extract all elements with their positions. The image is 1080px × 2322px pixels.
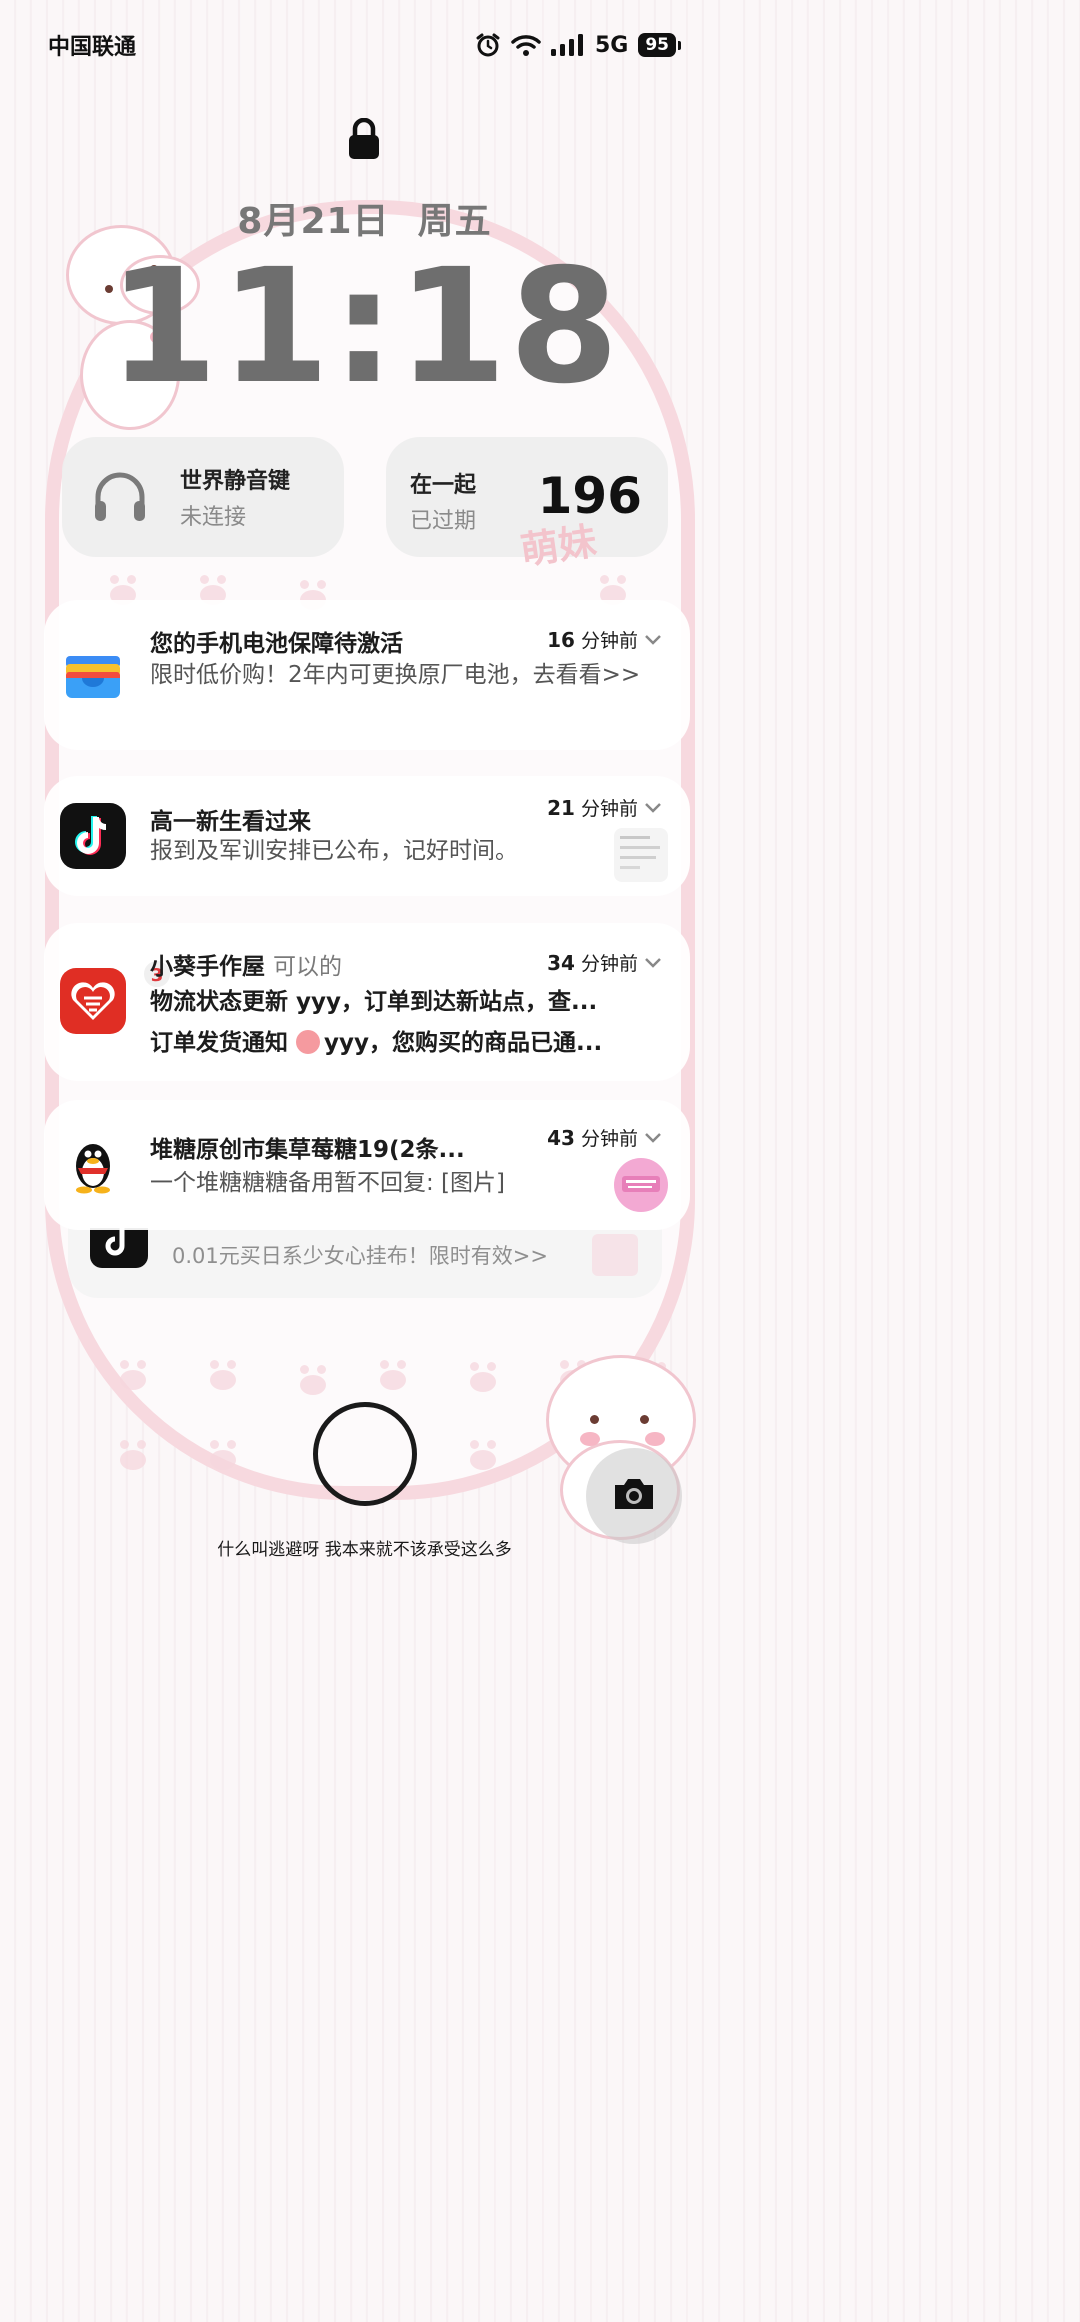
notification-thumbnail: [614, 828, 668, 882]
tiktok-app-icon: [60, 803, 126, 869]
notification-time-unit: 分钟前: [580, 630, 638, 652]
tiktok-app-icon: [90, 1228, 148, 1268]
paw-decoration: [120, 1360, 146, 1390]
notification-line-1: 物流状态更新 yyy，订单到达新站点，查...: [150, 989, 598, 1015]
notification-time-number: 16: [547, 627, 575, 652]
notification-battery[interactable]: 您的手机电池保障待激活 16 分钟前 限时低价购！2年内可更换原厂电池，去看看>…: [44, 600, 690, 750]
paw-decoration: [210, 1440, 236, 1470]
countdown-widget-title: 在一起: [410, 473, 477, 498]
stacked-notification-body: 0.01元买日系少女心挂布！限时有效>>: [172, 1244, 548, 1268]
headphones-widget[interactable]: 世界静音键 未连接: [62, 437, 344, 557]
notification-time-number: 21: [547, 795, 575, 820]
notification-line-2-rest: yyy，您购买的商品已通...: [324, 1030, 603, 1056]
battery-level: 95: [638, 33, 676, 57]
notification-thumbnail: [614, 1158, 668, 1212]
notification-qq[interactable]: 堆糖原创市集草莓糖19(2条... 43 分钟前 一个堆糖糖糖备用暂不回复: […: [44, 1100, 690, 1230]
network-type-label: 5G: [594, 32, 629, 58]
notification-body: 报到及军训安排已公布，记好时间。: [150, 838, 518, 864]
notification-tiktok[interactable]: 高一新生看过来 21 分钟前 报到及军训安排已公布，记好时间。: [44, 776, 690, 896]
chevron-down-icon[interactable]: [644, 952, 662, 974]
headphones-widget-title: 世界静音键: [180, 469, 291, 494]
notification-time-number: 43: [547, 1125, 575, 1150]
notification-line-2-prefix: 订单发货通知: [150, 1030, 288, 1056]
notification-time-unit: 分钟前: [580, 798, 638, 820]
notification-time-unit: 分钟前: [580, 1128, 638, 1150]
camera-icon: [611, 1475, 657, 1517]
notification-title: 堆糖原创市集草莓糖19(2条...: [150, 1137, 465, 1163]
battery-tip: [678, 40, 681, 50]
notification-time: 16 分钟前: [547, 626, 662, 653]
stacked-notification[interactable]: 0.01元买日系少女心挂布！限时有效>>: [68, 1228, 662, 1298]
paw-decoration: [470, 1440, 496, 1470]
notification-thumbnail: [592, 1234, 638, 1276]
notification-line-2: 订单发货通知 yyy，您购买的商品已通...: [150, 1026, 602, 1061]
notification-time: 21 分钟前: [547, 794, 662, 821]
lock-time: 11:18: [108, 235, 621, 419]
carrier-label: 中国联通: [48, 35, 137, 60]
lock-screen-caption: 什么叫逃避呀 我本来就不该承受这么多: [217, 1540, 512, 1560]
chevron-down-icon[interactable]: [644, 1127, 662, 1149]
pinduoduo-app-icon: [60, 968, 126, 1034]
battery-indicator: 95: [638, 33, 681, 57]
red-circle-emoji-icon: [296, 1030, 321, 1054]
paw-decoration: [120, 1440, 146, 1470]
wallet-app-icon: [60, 642, 126, 708]
qq-app-icon: [60, 1132, 126, 1198]
headphones-widget-status: 未连接: [180, 505, 247, 530]
notification-title: 小葵手作屋 可以的: [150, 947, 342, 981]
notification-time-unit: 分钟前: [580, 953, 638, 975]
camera-button[interactable]: [586, 1448, 682, 1544]
headphones-icon: [90, 467, 150, 531]
notification-sender: 小葵手作屋: [150, 954, 265, 980]
paw-decoration: [300, 1365, 326, 1395]
lock-icon: [347, 117, 381, 164]
countdown-widget-status: 已过期: [410, 509, 477, 534]
alarm-icon: [475, 32, 501, 58]
home-button[interactable]: [313, 1402, 417, 1506]
signal-icon: [550, 34, 585, 56]
notification-title: 您的手机电池保障待激活: [150, 631, 403, 657]
notification-time-number: 34: [547, 950, 575, 975]
status-bar: 中国联通 5G 95: [48, 28, 681, 62]
wallpaper-text: 萌妹: [517, 518, 600, 574]
notification-time: 34 分钟前: [547, 949, 662, 976]
notification-time: 43 分钟前: [547, 1124, 662, 1151]
chevron-down-icon[interactable]: [644, 629, 662, 651]
paw-decoration: [380, 1360, 406, 1390]
notification-body: 限时低价购！2年内可更换原厂电池，去看看>>: [150, 662, 641, 688]
notification-title: 高一新生看过来: [150, 809, 311, 835]
notification-pinduoduo[interactable]: 3 小葵手作屋 可以的 34 分钟前 物流状态更新 yyy，订单到达新站点，查..…: [44, 923, 690, 1081]
chevron-down-icon[interactable]: [644, 797, 662, 819]
paw-decoration: [470, 1362, 496, 1392]
wifi-icon: [511, 33, 541, 57]
paw-decoration: [210, 1360, 236, 1390]
notification-body: 一个堆糖糖糖备用暂不回复: [图片]: [150, 1170, 506, 1196]
status-icons: 5G 95: [475, 32, 681, 58]
notification-subtitle: 可以的: [273, 954, 342, 980]
